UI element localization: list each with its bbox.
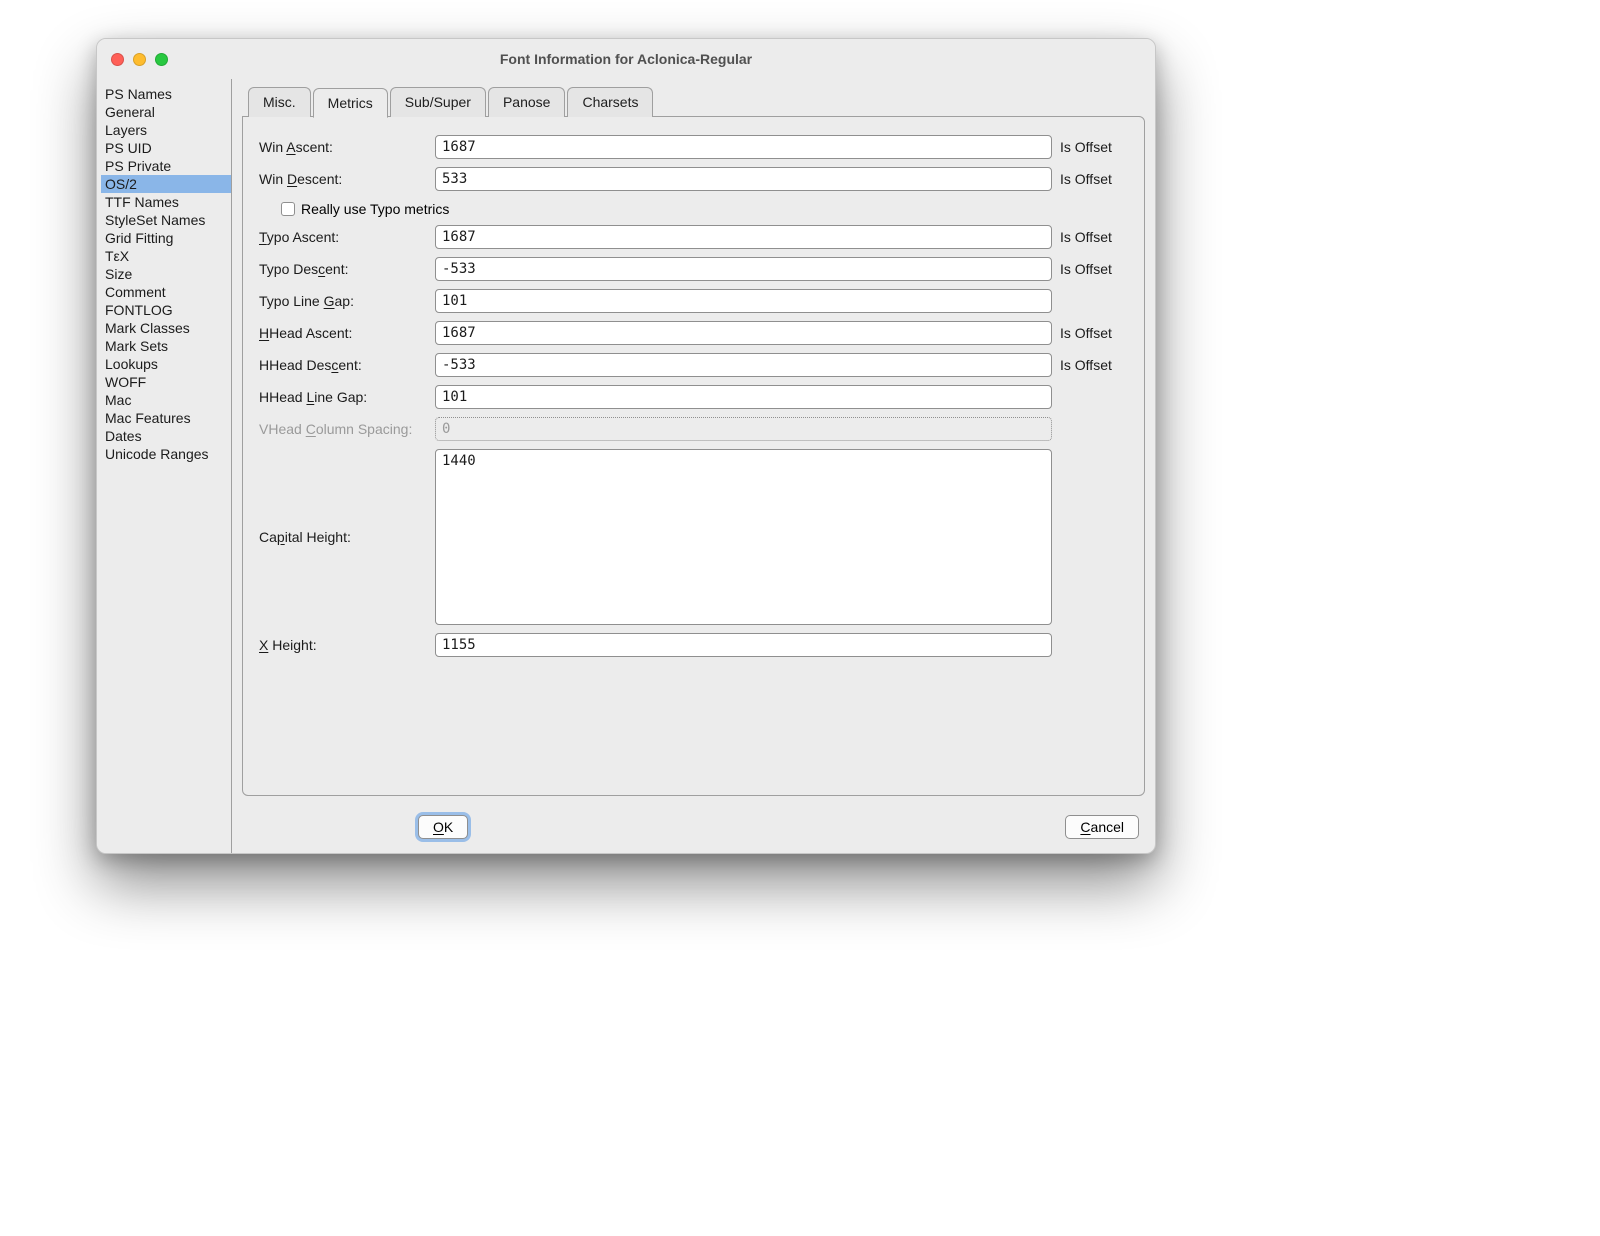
window-title: Font Information for Aclonica-Regular (97, 51, 1155, 67)
label-hhead-descent: HHead Descent: (255, 357, 435, 373)
sidebar-item-ps-private[interactable]: PS Private (101, 157, 231, 175)
input-typo-descent[interactable] (435, 257, 1052, 281)
tab-charsets[interactable]: Charsets (567, 87, 653, 117)
input-x-height[interactable] (435, 633, 1052, 657)
sidebar-item-os-2[interactable]: OS/2 (101, 175, 231, 193)
sidebar-item-unicode-ranges[interactable]: Unicode Ranges (101, 445, 231, 463)
row-hhead-ascent: HHead Ascent: Is Offset (255, 321, 1132, 345)
input-typo-gap[interactable] (435, 289, 1052, 313)
row-hhead-descent: HHead Descent: Is Offset (255, 353, 1132, 377)
sidebar-item-woff[interactable]: WOFF (101, 373, 231, 391)
row-typo-gap: Typo Line Gap: . (255, 289, 1132, 313)
offset-hhead-ascent[interactable]: Is Offset (1052, 325, 1132, 341)
label-typo-ascent: Typo Ascent: (255, 229, 435, 245)
sidebar-item-dates[interactable]: Dates (101, 427, 231, 445)
input-win-ascent[interactable] (435, 135, 1052, 159)
offset-hhead-descent[interactable]: Is Offset (1052, 357, 1132, 373)
label-win-ascent: Win Ascent: (255, 139, 435, 155)
row-typo-descent: Typo Descent: Is Offset (255, 257, 1132, 281)
sidebar-item-mac-features[interactable]: Mac Features (101, 409, 231, 427)
tab-metrics[interactable]: Metrics (313, 88, 388, 118)
close-icon[interactable] (111, 53, 124, 66)
offset-win-ascent[interactable]: Is Offset (1052, 139, 1132, 155)
titlebar: Font Information for Aclonica-Regular (97, 39, 1155, 79)
label-hhead-gap: HHead Line Gap: (255, 389, 435, 405)
sidebar-item-mark-classes[interactable]: Mark Classes (101, 319, 231, 337)
sidebar-item-ttf-names[interactable]: TTF Names (101, 193, 231, 211)
metrics-panel: Win Ascent: Is Offset Win Descent: Is Of… (242, 116, 1145, 796)
sidebar-item-comment[interactable]: Comment (101, 283, 231, 301)
zoom-icon[interactable] (155, 53, 168, 66)
tab-panose[interactable]: Panose (488, 87, 565, 117)
tab-misc-[interactable]: Misc. (248, 87, 311, 117)
label-cap-height: Capital Height: (255, 529, 435, 545)
checkbox-use-typo[interactable] (281, 202, 295, 216)
input-vhead-spacing (435, 417, 1052, 441)
sidebar-item-mark-sets[interactable]: Mark Sets (101, 337, 231, 355)
offset-typo-descent[interactable]: Is Offset (1052, 261, 1132, 277)
row-win-ascent: Win Ascent: Is Offset (255, 135, 1132, 159)
row-vhead-spacing: VHead Column Spacing: . (255, 417, 1132, 441)
label-use-typo: Really use Typo metrics (301, 201, 449, 217)
input-hhead-descent[interactable] (435, 353, 1052, 377)
input-win-descent[interactable] (435, 167, 1052, 191)
input-cap-height[interactable]: 1440 (435, 449, 1052, 625)
input-typo-ascent[interactable] (435, 225, 1052, 249)
tab-row: Misc.MetricsSub/SuperPanoseCharsets (232, 79, 1155, 117)
label-typo-descent: Typo Descent: (255, 261, 435, 277)
sidebar-item-layers[interactable]: Layers (101, 121, 231, 139)
sidebar-item-ps-uid[interactable]: PS UID (101, 139, 231, 157)
row-cap-height: Capital Height: 1440 . (255, 449, 1132, 625)
sidebar-item-grid-fitting[interactable]: Grid Fitting (101, 229, 231, 247)
label-hhead-ascent: HHead Ascent: (255, 325, 435, 341)
label-win-descent: Win Descent: (255, 171, 435, 187)
row-win-descent: Win Descent: Is Offset (255, 167, 1132, 191)
ok-button[interactable]: OK (418, 815, 468, 839)
label-typo-gap: Typo Line Gap: (255, 293, 435, 309)
row-x-height: X Height: . (255, 633, 1132, 657)
sidebar-item-size[interactable]: Size (101, 265, 231, 283)
sidebar-item-general[interactable]: General (101, 103, 231, 121)
sidebar-item-fontlog[interactable]: FONTLOG (101, 301, 231, 319)
input-hhead-ascent[interactable] (435, 321, 1052, 345)
minimize-icon[interactable] (133, 53, 146, 66)
row-typo-ascent: Typo Ascent: Is Offset (255, 225, 1132, 249)
row-typo-check: Really use Typo metrics (255, 199, 1132, 225)
row-hhead-gap: HHead Line Gap: . (255, 385, 1132, 409)
font-info-window: Font Information for Aclonica-Regular PS… (96, 38, 1156, 854)
offset-typo-ascent[interactable]: Is Offset (1052, 229, 1132, 245)
offset-win-descent[interactable]: Is Offset (1052, 171, 1132, 187)
sidebar-item-mac[interactable]: Mac (101, 391, 231, 409)
sidebar-item-lookups[interactable]: Lookups (101, 355, 231, 373)
cancel-button[interactable]: Cancel (1065, 815, 1139, 839)
sidebar-item-styleset-names[interactable]: StyleSet Names (101, 211, 231, 229)
label-vhead-spacing: VHead Column Spacing: (255, 421, 435, 437)
input-hhead-gap[interactable] (435, 385, 1052, 409)
label-x-height: X Height: (255, 637, 435, 653)
category-sidebar: PS NamesGeneralLayersPS UIDPS PrivateOS/… (97, 79, 232, 853)
tab-sub-super[interactable]: Sub/Super (390, 87, 486, 117)
dialog-footer: OK Cancel (232, 807, 1155, 853)
sidebar-item-ps-names[interactable]: PS Names (101, 85, 231, 103)
sidebar-item-t-x[interactable]: TεX (101, 247, 231, 265)
